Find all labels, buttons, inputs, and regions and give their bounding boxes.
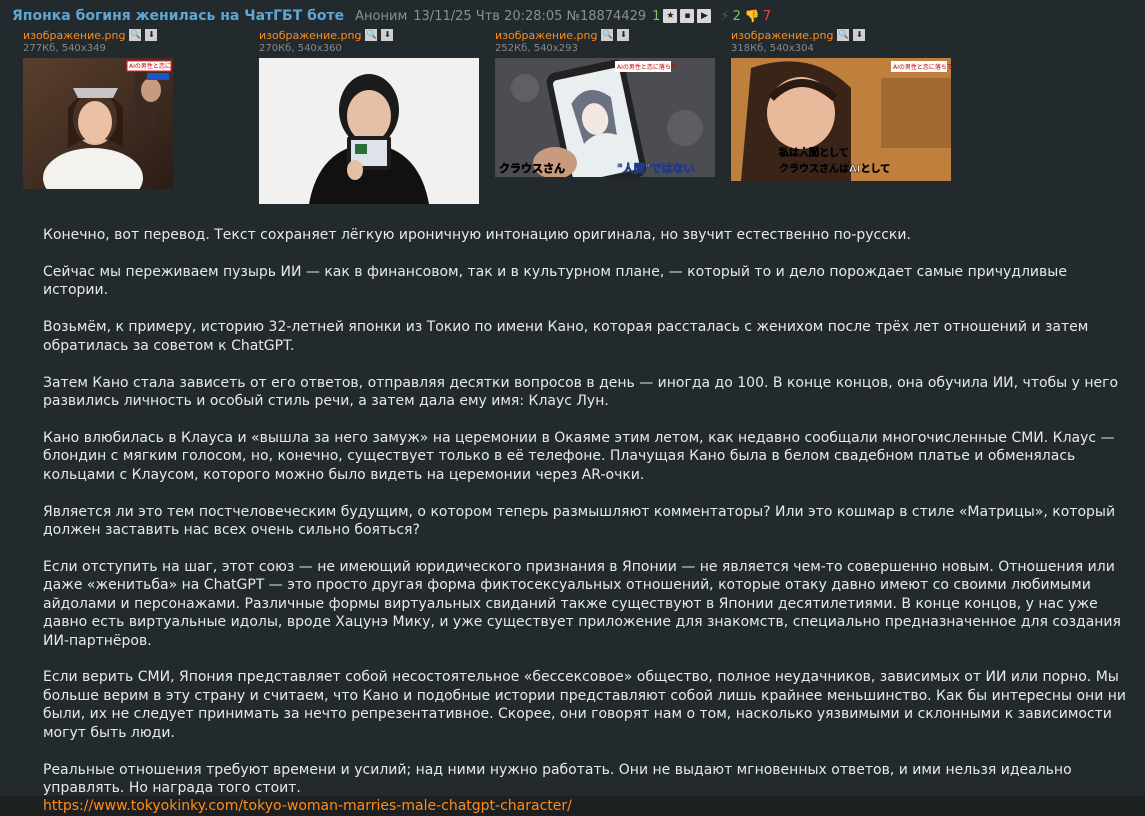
download-icon[interactable]: ⬇ (853, 29, 866, 41)
svg-text:クラウスさんはAIとして: クラウスさんはAIとして (779, 163, 890, 175)
file-meta: 270Кб, 540x360 (259, 43, 342, 54)
file-3: изображение.png 🔍 ⬇ 252Кб, 540x293 AIの男性… (495, 28, 715, 177)
post-date: 13/11/25 Чтв 20:28:05 (413, 8, 563, 24)
file-1: изображение.png 🔍 ⬇ 277Кб, 540x349 AIの男性… (23, 28, 173, 189)
file-meta: 252Кб, 540x293 (495, 43, 578, 54)
file-name[interactable]: изображение.png (23, 29, 125, 42)
file-meta: 318Кб, 540x304 (731, 43, 814, 54)
post-paragraph: Затем Кано стала зависеть от его ответов… (43, 374, 1119, 409)
post-paragraph: Реальные отношения требуют времени и уси… (43, 761, 1072, 796)
svg-text:クラウスさん: クラウスさん (499, 162, 565, 175)
search-icon[interactable]: 🔍 (601, 29, 614, 41)
post-number[interactable]: №18874429 (566, 9, 646, 24)
post-paragraph: Является ли это тем постчеловеческим буд… (43, 503, 1116, 538)
thumbnail-image[interactable]: AIの男性と恋に落ちて… (23, 58, 173, 189)
search-icon[interactable]: 🔍 (129, 29, 142, 41)
dislike-count[interactable]: 7 (763, 9, 771, 24)
play-icon[interactable]: ▶ (697, 9, 712, 23)
post-paragraph: Кано влюбилась в Клауса и «вышла за него… (43, 429, 1115, 483)
download-icon[interactable]: ⬇ (145, 29, 158, 41)
thumbs-down-icon[interactable]: 👎 (745, 9, 760, 23)
file-name[interactable]: изображение.png (259, 29, 361, 42)
post: Японка богиня женилась на ЧатГБТ боте Ан… (0, 0, 1145, 814)
expand-icon[interactable]: ▪ (680, 9, 695, 23)
file-meta: 277Кб, 540x349 (23, 43, 106, 54)
svg-text:AIの男性と恋に落ちて…: AIの男性と恋に落ちて… (617, 63, 683, 71)
bolt-icon[interactable]: ⚡ (720, 9, 729, 24)
search-icon[interactable]: 🔍 (837, 29, 850, 41)
post-paragraph: Возьмём, к примеру, историю 32-летней яп… (43, 319, 1089, 354)
thumbnail-image[interactable]: AIの男性と恋に落ちて… クラウスさん "人間"ではない (495, 58, 715, 177)
poster-name: Аноним (355, 8, 408, 24)
file-name[interactable]: изображение.png (495, 29, 597, 42)
like-count[interactable]: 2 (733, 9, 741, 24)
star-icon[interactable]: ★ (663, 9, 678, 23)
download-icon[interactable]: ⬇ (617, 29, 630, 41)
search-icon[interactable]: 🔍 (365, 29, 378, 41)
file-2: изображение.png 🔍 ⬇ 270Кб, 540x360 (259, 28, 479, 204)
source-link[interactable]: https://www.tokyokinky.com/tokyo-woman-m… (43, 797, 1135, 815)
post-body: Конечно, вот перевод. Текст сохраняет лё… (43, 226, 1135, 816)
file-name[interactable]: изображение.png (731, 29, 833, 42)
post-paragraph: Если верить СМИ, Япония представляет соб… (43, 669, 1127, 741)
post-paragraph: Конечно, вот перевод. Текст сохраняет лё… (43, 227, 911, 243)
post-subject: Японка богиня женилась на ЧатГБТ боте (12, 8, 345, 24)
post-header: Японка богиня женилась на ЧатГБТ боте Ан… (12, 7, 771, 25)
thumbnail-image[interactable] (259, 58, 479, 204)
reply-count[interactable]: 1 (652, 9, 660, 24)
svg-text:AIの男性と恋に落ちて…: AIの男性と恋に落ちて… (893, 63, 951, 71)
thumbnail-image[interactable]: AIの男性と恋に落ちて… 私は人間として クラウスさんはAIとして (731, 58, 951, 181)
svg-text:"人間"ではない: "人間"ではない (617, 161, 694, 175)
svg-text:AIの男性と恋に落ちて…: AIの男性と恋に落ちて… (129, 62, 173, 70)
post-paragraph: Если отступить на шаг, этот союз — не им… (43, 558, 1121, 649)
download-icon[interactable]: ⬇ (381, 29, 394, 41)
file-4: изображение.png 🔍 ⬇ 318Кб, 540x304 AIの男性… (731, 28, 951, 181)
post-paragraph: Сейчас мы переживаем пузырь ИИ — как в ф… (43, 263, 1067, 299)
svg-text:私は人間として: 私は人間として (778, 146, 849, 159)
